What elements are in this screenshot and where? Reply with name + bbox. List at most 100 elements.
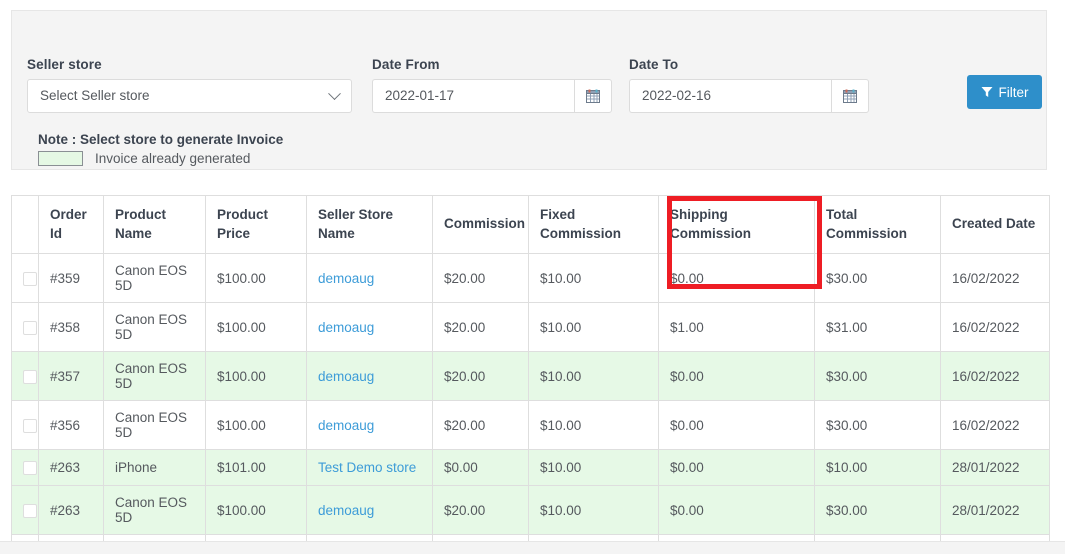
date-from-calendar-button[interactable] xyxy=(574,79,612,113)
cell-product-name: Canon EOS 5D xyxy=(103,485,206,535)
cell-order-id: #356 xyxy=(38,400,104,450)
cell-seller-store-name: Test Demo store xyxy=(306,449,433,486)
seller-store-select[interactable]: Select Seller store xyxy=(27,79,352,113)
legend-color-swatch xyxy=(38,151,83,166)
legend-label: Invoice already generated xyxy=(95,151,251,166)
seller-store-link[interactable]: demoaug xyxy=(318,369,374,384)
date-to-label: Date To xyxy=(629,57,679,72)
th-product-price: Product Price xyxy=(205,195,307,254)
table-row: #357 Canon EOS 5D $100.00 demoaug $20.00 $10.… xyxy=(11,351,1050,401)
funnel-icon xyxy=(981,87,992,97)
row-checkbox-cell[interactable] xyxy=(11,302,39,352)
cell-product-name: iPhone xyxy=(103,449,206,486)
seller-store-link[interactable]: demoaug xyxy=(318,271,374,286)
row-checkbox[interactable] xyxy=(23,369,37,384)
row-checkbox[interactable] xyxy=(23,271,37,286)
table-body: #359 Canon EOS 5D $100.00 demoaug $20.00 $10.… xyxy=(11,253,1050,554)
cell-order-id: #359 xyxy=(38,253,104,303)
page-root: Seller store Select Seller store Date Fr… xyxy=(0,0,1065,554)
seller-store-link[interactable]: Test Demo store xyxy=(318,460,416,475)
th-select-all[interactable] xyxy=(11,195,39,254)
th-shipping-commission: Shipping Commission xyxy=(658,195,815,254)
cell-product-name: Canon EOS 5D xyxy=(103,351,206,401)
cell-created-date: 28/01/2022 xyxy=(940,449,1050,486)
cell-commission: $20.00 xyxy=(432,302,529,352)
cell-created-date: 16/02/2022 xyxy=(940,253,1050,303)
cell-order-id: #358 xyxy=(38,302,104,352)
date-to-group: 2022-02-16 xyxy=(629,79,869,113)
row-checkbox-cell[interactable] xyxy=(11,400,39,450)
row-checkbox[interactable] xyxy=(23,503,37,518)
cell-total-commission: $30.00 xyxy=(814,485,941,535)
cell-product-price: $100.00 xyxy=(205,400,307,450)
cell-seller-store-name: demoaug xyxy=(306,253,433,303)
calendar-icon xyxy=(843,89,857,103)
table-row: #356 Canon EOS 5D $100.00 demoaug $20.00 $10.… xyxy=(11,400,1050,450)
cell-total-commission: $30.00 xyxy=(814,253,941,303)
row-checkbox[interactable] xyxy=(23,320,37,335)
cell-seller-store-name: demoaug xyxy=(306,485,433,535)
date-to-input[interactable]: 2022-02-16 xyxy=(629,79,831,113)
table-head: Order Id Product Name Product Price Sell… xyxy=(11,195,1050,254)
cell-commission: $20.00 xyxy=(432,351,529,401)
row-checkbox[interactable] xyxy=(23,461,37,476)
cell-shipping-commission: $0.00 xyxy=(658,351,815,401)
seller-store-link[interactable]: demoaug xyxy=(318,503,374,518)
cell-total-commission: $30.00 xyxy=(814,400,941,450)
cell-product-name: Canon EOS 5D xyxy=(103,302,206,352)
filter-panel: Seller store Select Seller store Date Fr… xyxy=(11,10,1047,170)
cell-total-commission: $10.00 xyxy=(814,449,941,486)
cell-fixed-commission: $10.00 xyxy=(528,351,659,401)
row-checkbox-cell[interactable] xyxy=(11,351,39,401)
cell-fixed-commission: $10.00 xyxy=(528,253,659,303)
cell-commission: $20.00 xyxy=(432,253,529,303)
cell-shipping-commission: $0.00 xyxy=(658,253,815,303)
cell-fixed-commission: $10.00 xyxy=(528,449,659,486)
date-to-calendar-button[interactable] xyxy=(831,79,869,113)
cell-total-commission: $31.00 xyxy=(814,302,941,352)
commission-table: Order Id Product Name Product Price Sell… xyxy=(11,195,1050,554)
date-from-group: 2022-01-17 xyxy=(372,79,612,113)
date-from-input[interactable]: 2022-01-17 xyxy=(372,79,574,113)
cell-seller-store-name: demoaug xyxy=(306,400,433,450)
cell-product-name: Canon EOS 5D xyxy=(103,253,206,303)
cell-order-id: #263 xyxy=(38,449,104,486)
cell-product-price: $100.00 xyxy=(205,351,307,401)
row-checkbox-cell[interactable] xyxy=(11,449,39,486)
cell-shipping-commission: $0.00 xyxy=(658,485,815,535)
th-order-id: Order Id xyxy=(38,195,104,254)
cell-shipping-commission: $0.00 xyxy=(658,400,815,450)
cell-created-date: 16/02/2022 xyxy=(940,351,1050,401)
cell-created-date: 16/02/2022 xyxy=(940,400,1050,450)
cell-product-price: $100.00 xyxy=(205,485,307,535)
cell-created-date: 16/02/2022 xyxy=(940,302,1050,352)
row-checkbox[interactable] xyxy=(23,418,37,433)
cell-shipping-commission: $1.00 xyxy=(658,302,815,352)
cell-fixed-commission: $10.00 xyxy=(528,302,659,352)
cell-product-name: Canon EOS 5D xyxy=(103,400,206,450)
table-row: #263 Canon EOS 5D $100.00 demoaug $20.00 $10.… xyxy=(11,485,1050,535)
seller-store-link[interactable]: demoaug xyxy=(318,320,374,335)
th-total-commission: Total Commission xyxy=(814,195,941,254)
chevron-down-icon xyxy=(328,86,341,100)
seller-store-label: Seller store xyxy=(27,57,102,72)
th-fixed-commission: Fixed Commission xyxy=(528,195,659,254)
th-product-name: Product Name xyxy=(103,195,206,254)
commission-table-container: Order Id Product Name Product Price Sell… xyxy=(11,195,1050,554)
seller-store-link[interactable]: demoaug xyxy=(318,418,374,433)
cell-product-price: $100.00 xyxy=(205,302,307,352)
cell-seller-store-name: demoaug xyxy=(306,302,433,352)
cell-fixed-commission: $10.00 xyxy=(528,400,659,450)
filter-button-label: Filter xyxy=(998,84,1029,100)
th-commission: Commission xyxy=(432,195,529,254)
date-from-label: Date From xyxy=(372,57,440,72)
table-header-row: Order Id Product Name Product Price Sell… xyxy=(11,195,1050,254)
row-checkbox-cell[interactable] xyxy=(11,253,39,303)
filter-button[interactable]: Filter xyxy=(967,75,1042,109)
cell-fixed-commission: $10.00 xyxy=(528,485,659,535)
cell-product-price: $100.00 xyxy=(205,253,307,303)
cell-seller-store-name: demoaug xyxy=(306,351,433,401)
row-checkbox-cell[interactable] xyxy=(11,485,39,535)
cell-product-price: $101.00 xyxy=(205,449,307,486)
cell-total-commission: $30.00 xyxy=(814,351,941,401)
